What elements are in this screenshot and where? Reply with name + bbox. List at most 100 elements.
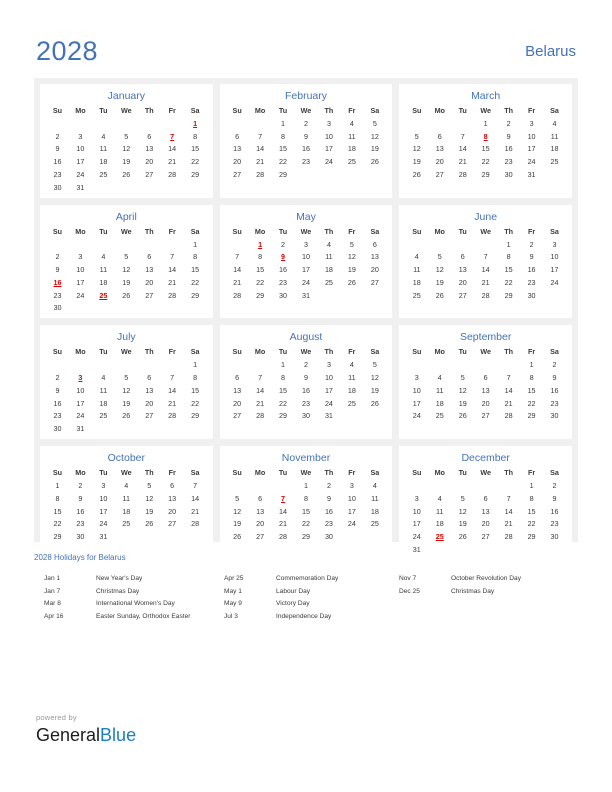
day-cell[interactable]: 11	[340, 130, 363, 143]
day-cell[interactable]: 15	[497, 263, 520, 276]
day-cell[interactable]: 18	[317, 263, 340, 276]
day-cell[interactable]: 21	[451, 155, 474, 168]
day-cell[interactable]: 2	[543, 358, 566, 371]
day-cell[interactable]: 26	[115, 289, 138, 302]
day-cell[interactable]: 19	[115, 276, 138, 289]
day-cell[interactable]: 1	[184, 358, 207, 371]
day-cell[interactable]: 24	[405, 410, 428, 423]
day-cell[interactable]: 13	[226, 384, 249, 397]
day-cell[interactable]: 17	[69, 397, 92, 410]
day-cell[interactable]: 16	[520, 263, 543, 276]
day-cell[interactable]: 11	[317, 250, 340, 263]
day-cell[interactable]: 4	[340, 117, 363, 130]
day-cell[interactable]: 5	[451, 371, 474, 384]
day-cell[interactable]: 10	[69, 263, 92, 276]
day-cell[interactable]: 20	[226, 397, 249, 410]
generalblue-logo[interactable]: GeneralBlue	[36, 724, 136, 746]
day-cell[interactable]: 3	[295, 238, 318, 251]
day-cell[interactable]: 30	[543, 530, 566, 543]
day-cell[interactable]: 17	[543, 263, 566, 276]
day-cell[interactable]: 6	[451, 250, 474, 263]
day-cell[interactable]: 7	[497, 492, 520, 505]
day-cell[interactable]: 6	[474, 492, 497, 505]
day-cell[interactable]: 29	[184, 410, 207, 423]
day-cell[interactable]: 29	[184, 289, 207, 302]
day-cell[interactable]: 23	[295, 397, 318, 410]
day-cell[interactable]: 17	[69, 155, 92, 168]
day-cell[interactable]: 16	[317, 505, 340, 518]
day-cell[interactable]: 22	[520, 517, 543, 530]
day-cell[interactable]: 22	[272, 397, 295, 410]
day-cell[interactable]: 3	[317, 117, 340, 130]
day-cell[interactable]: 11	[405, 263, 428, 276]
day-cell[interactable]: 12	[363, 130, 386, 143]
day-cell[interactable]: 4	[340, 358, 363, 371]
day-cell[interactable]: 2	[272, 238, 295, 251]
day-cell[interactable]: 5	[405, 130, 428, 143]
day-cell[interactable]: 17	[317, 384, 340, 397]
day-cell[interactable]: 17	[405, 397, 428, 410]
day-cell[interactable]: 27	[226, 410, 249, 423]
day-cell[interactable]: 18	[543, 143, 566, 156]
day-cell[interactable]: 23	[69, 517, 92, 530]
day-cell[interactable]: 3	[340, 479, 363, 492]
day-cell[interactable]: 7	[184, 479, 207, 492]
day-cell[interactable]: 9	[497, 130, 520, 143]
day-cell[interactable]: 28	[161, 168, 184, 181]
day-cell[interactable]: 5	[340, 238, 363, 251]
day-cell[interactable]: 5	[363, 117, 386, 130]
day-cell[interactable]: 10	[520, 130, 543, 143]
day-cell[interactable]: 4	[115, 479, 138, 492]
day-cell[interactable]: 14	[474, 263, 497, 276]
day-cell[interactable]: 25	[340, 155, 363, 168]
day-cell[interactable]: 13	[363, 250, 386, 263]
day-cell[interactable]: 27	[138, 410, 161, 423]
day-cell[interactable]: 22	[46, 517, 69, 530]
day-cell[interactable]: 6	[428, 130, 451, 143]
day-cell[interactable]: 6	[226, 371, 249, 384]
day-cell[interactable]: 15	[520, 384, 543, 397]
day-cell[interactable]: 15	[46, 505, 69, 518]
day-cell[interactable]: 10	[92, 492, 115, 505]
day-cell[interactable]: 30	[46, 181, 69, 194]
day-cell[interactable]: 11	[115, 492, 138, 505]
day-cell[interactable]: 26	[138, 517, 161, 530]
day-cell[interactable]: 8	[184, 371, 207, 384]
day-cell[interactable]: 14	[497, 505, 520, 518]
day-cell[interactable]: 14	[451, 143, 474, 156]
day-cell[interactable]: 21	[161, 397, 184, 410]
day-cell[interactable]: 27	[249, 530, 272, 543]
day-cell[interactable]: 13	[451, 263, 474, 276]
day-cell[interactable]: 16	[272, 263, 295, 276]
day-cell[interactable]: 11	[363, 492, 386, 505]
day-cell[interactable]: 7	[226, 250, 249, 263]
day-cell[interactable]: 23	[46, 289, 69, 302]
day-cell[interactable]: 20	[249, 517, 272, 530]
day-cell[interactable]: 8	[46, 492, 69, 505]
day-cell[interactable]: 18	[340, 143, 363, 156]
day-cell[interactable]: 23	[46, 410, 69, 423]
day-cell[interactable]: 26	[428, 289, 451, 302]
day-cell[interactable]: 14	[161, 384, 184, 397]
day-cell[interactable]: 29	[520, 530, 543, 543]
day-cell[interactable]: 3	[317, 358, 340, 371]
day-cell[interactable]: 10	[405, 384, 428, 397]
day-cell[interactable]: 24	[69, 410, 92, 423]
day-cell[interactable]: 28	[161, 410, 184, 423]
day-cell[interactable]: 24	[543, 276, 566, 289]
day-cell[interactable]: 8	[272, 371, 295, 384]
day-cell[interactable]: 3	[92, 479, 115, 492]
day-cell[interactable]: 18	[428, 517, 451, 530]
day-cell[interactable]: 8	[520, 371, 543, 384]
day-cell[interactable]: 28	[184, 517, 207, 530]
day-cell[interactable]: 12	[340, 250, 363, 263]
day-cell[interactable]: 27	[138, 289, 161, 302]
day-cell[interactable]: 8	[272, 130, 295, 143]
day-cell[interactable]: 5	[226, 492, 249, 505]
day-cell[interactable]: 2	[497, 117, 520, 130]
day-cell[interactable]: 4	[405, 250, 428, 263]
day-cell[interactable]: 20	[161, 505, 184, 518]
day-cell[interactable]: 14	[249, 143, 272, 156]
day-cell[interactable]: 18	[340, 384, 363, 397]
day-cell[interactable]: 11	[340, 371, 363, 384]
